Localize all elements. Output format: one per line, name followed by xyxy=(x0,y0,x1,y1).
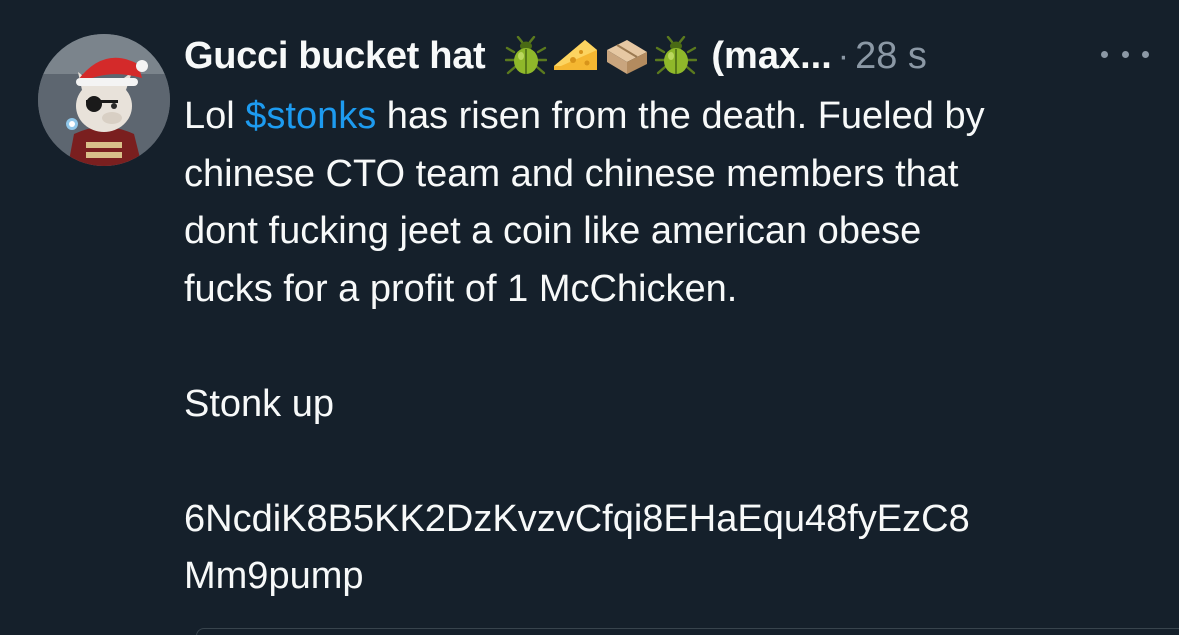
tweet-line: dont fucking jeet a coin like american o… xyxy=(184,210,922,252)
name-emojis xyxy=(505,36,698,76)
user-handle[interactable]: (max... xyxy=(711,35,831,78)
more-dot-icon xyxy=(1142,50,1149,58)
beetle-icon xyxy=(505,36,548,75)
separator-dot: · xyxy=(837,36,850,75)
timestamp[interactable]: 28 s xyxy=(855,35,927,78)
beetle-icon xyxy=(655,36,698,75)
tweet-text: Lol $stonks has risen from the death. Fu… xyxy=(184,88,1159,606)
contract-address: 6NcdiK8B5KK2DzKvzvCfqi8EHaEqu48fyEzC8 xyxy=(184,497,970,540)
cashtag-link[interactable]: $stonks xyxy=(245,95,376,137)
more-dot-icon xyxy=(1101,50,1108,58)
more-dot-icon xyxy=(1121,50,1129,58)
tweet[interactable]: Gucci bucket hat (max... · 28 s Lol $sto… xyxy=(0,0,1179,635)
tweet-header: Gucci bucket hat (max... · 28 s xyxy=(184,28,1159,84)
tweet-line: fucks for a profit of 1 McChicken. xyxy=(184,267,738,310)
contract-address: Mm9pump xyxy=(184,555,364,597)
tweet-line: chinese CTO team and chinese members tha… xyxy=(184,152,959,195)
display-name[interactable]: Gucci bucket hat xyxy=(184,35,486,78)
cheese-icon xyxy=(554,40,598,70)
avatar[interactable] xyxy=(38,34,170,166)
more-options-button[interactable] xyxy=(1101,42,1149,66)
embedded-card-edge xyxy=(196,628,1179,635)
avatar-image xyxy=(38,34,170,166)
tweet-line: Lol $stonks has risen from the death. Fu… xyxy=(184,95,985,137)
package-icon xyxy=(607,40,648,74)
tweet-line: Stonk up xyxy=(184,382,334,425)
